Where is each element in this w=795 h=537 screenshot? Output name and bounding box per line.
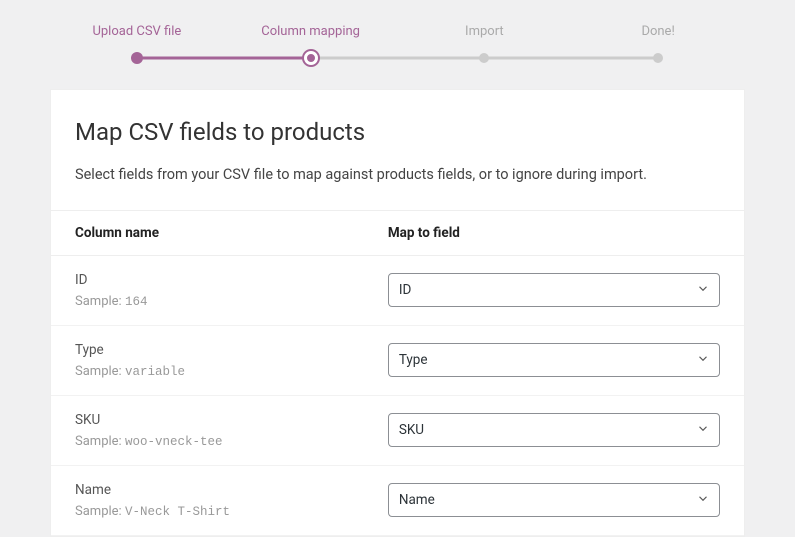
row-label-cell: SKU Sample: woo-vneck-tee	[75, 412, 388, 449]
step-label: Upload CSV file	[50, 24, 224, 39]
step-import[interactable]: Import	[398, 24, 572, 65]
step-marker	[398, 51, 572, 65]
column-name-header: Column name	[75, 225, 388, 241]
step-dot-icon	[304, 51, 318, 65]
step-upload-csv[interactable]: Upload CSV file	[50, 24, 224, 65]
row-label-cell: ID Sample: 164	[75, 272, 388, 309]
sample-value: woo-vneck-tee	[125, 435, 223, 449]
table-header-row: Column name Map to field	[51, 210, 744, 256]
field-sample: Sample: woo-vneck-tee	[75, 434, 388, 449]
field-name: Type	[75, 342, 388, 358]
step-label: Done!	[571, 24, 745, 39]
step-dot-icon	[479, 53, 489, 63]
step-label: Import	[398, 24, 572, 39]
step-dot-icon	[131, 52, 143, 64]
row-select-cell: Type	[388, 343, 720, 377]
sample-prefix: Sample:	[75, 434, 122, 449]
map-select-name[interactable]: Name	[388, 483, 720, 517]
field-sample: Sample: V-Neck T-Shirt	[75, 504, 388, 519]
table-row: Type Sample: variable Type	[51, 326, 744, 396]
table-row: SKU Sample: woo-vneck-tee SKU	[51, 396, 744, 466]
map-select-type[interactable]: Type	[388, 343, 720, 377]
sample-value: variable	[125, 365, 185, 379]
step-marker	[50, 51, 224, 65]
select-value: Type	[388, 343, 720, 377]
step-label: Column mapping	[224, 24, 398, 39]
field-name: SKU	[75, 412, 388, 428]
select-value: SKU	[388, 413, 720, 447]
select-value: ID	[388, 273, 720, 307]
sample-prefix: Sample:	[75, 294, 122, 309]
step-done[interactable]: Done!	[571, 24, 745, 65]
card-header: Map CSV fields to products Select fields…	[51, 118, 744, 210]
map-select-sku[interactable]: SKU	[388, 413, 720, 447]
progress-stepper: Upload CSV file Column mapping Import	[0, 0, 795, 81]
step-column-mapping[interactable]: Column mapping	[224, 24, 398, 65]
map-to-field-header: Map to field	[388, 225, 720, 241]
mapping-table: Column name Map to field ID Sample: 164 …	[51, 210, 744, 536]
sample-prefix: Sample:	[75, 364, 122, 379]
field-sample: Sample: 164	[75, 294, 388, 309]
field-sample: Sample: variable	[75, 364, 388, 379]
select-value: Name	[388, 483, 720, 517]
table-row: Name Sample: V-Neck T-Shirt Name	[51, 466, 744, 536]
table-row: ID Sample: 164 ID	[51, 256, 744, 326]
sample-prefix: Sample:	[75, 504, 122, 519]
mapping-card: Map CSV fields to products Select fields…	[50, 89, 745, 537]
row-select-cell: ID	[388, 273, 720, 307]
page-title: Map CSV fields to products	[75, 118, 720, 146]
field-name: ID	[75, 272, 388, 288]
step-marker	[571, 51, 745, 65]
sample-value: V-Neck T-Shirt	[125, 505, 230, 519]
step-dot-icon	[653, 53, 663, 63]
sample-value: 164	[125, 295, 148, 309]
row-select-cell: SKU	[388, 413, 720, 447]
import-wizard: Upload CSV file Column mapping Import	[0, 0, 795, 537]
row-select-cell: Name	[388, 483, 720, 517]
field-name: Name	[75, 482, 388, 498]
map-select-id[interactable]: ID	[388, 273, 720, 307]
row-label-cell: Type Sample: variable	[75, 342, 388, 379]
page-subtitle: Select fields from your CSV file to map …	[75, 164, 720, 186]
step-marker	[224, 51, 398, 65]
row-label-cell: Name Sample: V-Neck T-Shirt	[75, 482, 388, 519]
